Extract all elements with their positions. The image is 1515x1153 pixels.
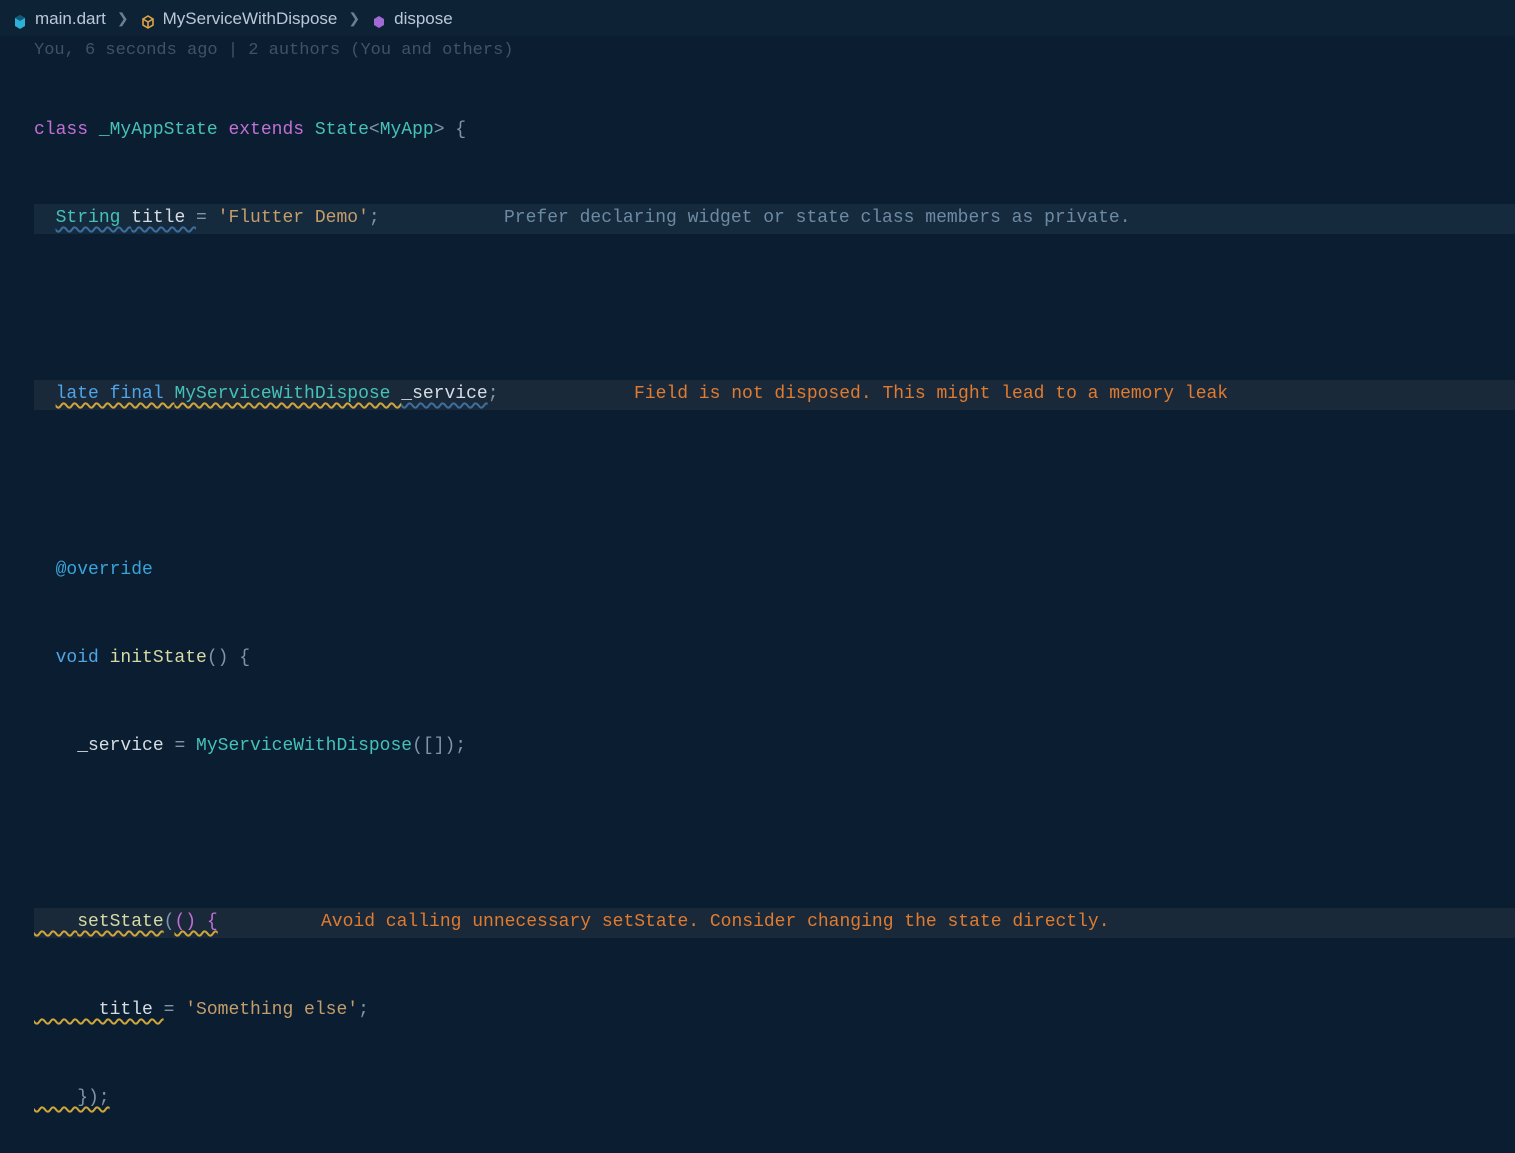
code-line[interactable]: });	[34, 1084, 1515, 1114]
git-blame-annotation: You, 6 seconds ago | 2 authors (You and …	[0, 36, 1515, 58]
breadcrumb-file[interactable]: main.dart	[12, 4, 106, 33]
code-area[interactable]: class _MyAppState extends State<MyApp> {…	[0, 58, 1515, 1153]
lint-hint: Prefer declaring widget or state class m…	[504, 204, 1131, 233]
chevron-right-icon: ❯	[117, 4, 129, 33]
dart-file-icon	[12, 10, 28, 26]
breadcrumb-method-label: dispose	[394, 4, 453, 33]
breadcrumb-file-label: main.dart	[35, 4, 106, 33]
code-editor[interactable]: main.dart ❯ MyServiceWithDispose ❯ dispo…	[0, 0, 1515, 1153]
breadcrumb-class-label: MyServiceWithDispose	[163, 4, 338, 33]
breadcrumb-class[interactable]: MyServiceWithDispose	[140, 4, 338, 33]
code-line[interactable]	[34, 468, 1515, 498]
code-line[interactable]: String title = 'Flutter Demo';Prefer dec…	[34, 204, 1515, 234]
breadcrumb[interactable]: main.dart ❯ MyServiceWithDispose ❯ dispo…	[0, 0, 1515, 36]
code-line[interactable]: setState(() {Avoid calling unnecessary s…	[34, 908, 1515, 938]
code-line[interactable]: _service = MyServiceWithDispose([]);	[34, 732, 1515, 762]
code-line[interactable]: @override	[34, 556, 1515, 586]
class-icon	[140, 10, 156, 26]
chevron-right-icon: ❯	[348, 4, 360, 33]
breadcrumb-method[interactable]: dispose	[371, 4, 453, 33]
code-line[interactable]: void initState() {	[34, 644, 1515, 674]
code-line[interactable]	[34, 292, 1515, 322]
lint-hint: Avoid calling unnecessary setState. Cons…	[321, 908, 1110, 937]
code-line[interactable]: title = 'Something else';	[34, 996, 1515, 1026]
code-line[interactable]	[34, 820, 1515, 850]
method-icon	[371, 10, 387, 26]
lint-hint: Field is not disposed. This might lead t…	[634, 380, 1228, 409]
code-line[interactable]: late final MyServiceWithDispose _service…	[34, 380, 1515, 410]
code-line[interactable]: class _MyAppState extends State<MyApp> {	[34, 116, 1515, 146]
